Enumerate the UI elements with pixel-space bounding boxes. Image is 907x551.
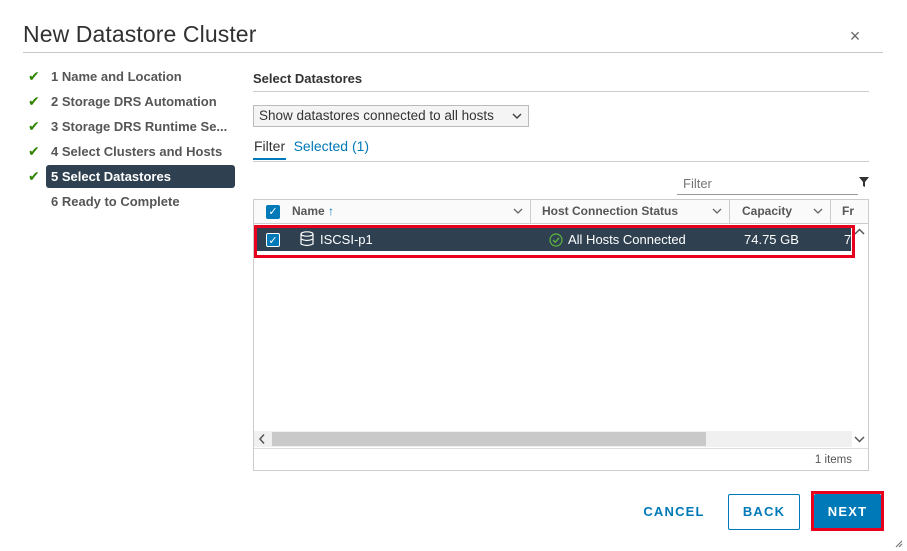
- checkmark-icon: ✔: [28, 93, 40, 109]
- item-count: 1 items: [814, 454, 852, 466]
- dialog-title: New Datastore Cluster: [23, 21, 257, 47]
- dropdown-value: Show datastores connected to all hosts: [259, 108, 494, 123]
- chevron-down-icon: [512, 106, 522, 133]
- column-free[interactable]: Fr: [834, 200, 868, 224]
- wizard-steps: ✔ 1 Name and Location ✔ 2 Storage DRS Au…: [28, 64, 238, 214]
- step-storage-drs-automation[interactable]: ✔ 2 Storage DRS Automation: [28, 89, 238, 114]
- step-ready-to-complete[interactable]: 6 Ready to Complete: [28, 189, 238, 214]
- step-label: 6 Ready to Complete: [51, 194, 180, 209]
- chevron-down-icon: [513, 200, 523, 224]
- resize-handle-icon[interactable]: [893, 538, 903, 548]
- datastore-filter-dropdown[interactable]: Show datastores connected to all hosts: [253, 105, 529, 127]
- column-capacity-label: Capacity: [742, 204, 793, 218]
- close-icon[interactable]: ×: [846, 27, 864, 45]
- column-separator[interactable]: [530, 200, 531, 224]
- step-label: 2 Storage DRS Automation: [51, 94, 217, 109]
- next-highlight-box: [811, 491, 884, 531]
- sort-ascending-icon: ↑: [328, 204, 335, 218]
- back-button[interactable]: BACK: [728, 494, 800, 530]
- step-select-clusters-hosts[interactable]: ✔ 4 Select Clusters and Hosts: [28, 139, 238, 164]
- column-host-status[interactable]: Host Connection Status: [534, 200, 729, 224]
- column-separator[interactable]: [830, 200, 831, 224]
- scrollbar-thumb[interactable]: [272, 432, 706, 446]
- checkmark-icon: ✔: [28, 68, 40, 84]
- step-select-datastores[interactable]: ✔ 5 Select Datastores: [28, 164, 238, 189]
- filter-icon[interactable]: [858, 176, 870, 188]
- column-free-label: Fr: [842, 204, 854, 218]
- step-label: 3 Storage DRS Runtime Se...: [51, 119, 228, 134]
- tab-selected[interactable]: Selected (1): [293, 136, 370, 160]
- title-divider: [23, 52, 883, 53]
- column-host-status-label: Host Connection Status: [542, 204, 679, 218]
- row-highlight-box: [254, 225, 855, 258]
- grid-header: ✓ Name ↑ Host Connection Status Capacity…: [254, 200, 868, 224]
- scroll-up-icon[interactable]: [854, 227, 865, 240]
- step-name-location[interactable]: ✔ 1 Name and Location: [28, 64, 238, 89]
- column-name[interactable]: Name ↑: [284, 200, 530, 224]
- step-label: 1 Name and Location: [51, 69, 182, 84]
- checkmark-icon: ✔: [28, 168, 40, 184]
- chevron-down-icon: [813, 200, 823, 224]
- checkmark-icon: ✔: [28, 118, 40, 134]
- scroll-down-icon[interactable]: [854, 434, 865, 447]
- select-all-checkbox[interactable]: ✓: [266, 205, 280, 219]
- step-storage-drs-runtime[interactable]: ✔ 3 Storage DRS Runtime Se...: [28, 114, 238, 139]
- grid-footer: 1 items: [254, 448, 868, 470]
- checkmark-icon: ✔: [28, 143, 40, 159]
- tabs-divider: [253, 161, 869, 162]
- section-divider: [253, 91, 869, 92]
- tab-bar: Filter Selected (1): [253, 136, 370, 162]
- filter-input[interactable]: [677, 172, 858, 195]
- cancel-button[interactable]: CANCEL: [632, 494, 716, 530]
- step-label: 5 Select Datastores: [46, 165, 235, 188]
- column-separator[interactable]: [729, 200, 730, 224]
- chevron-down-icon: [712, 200, 722, 224]
- horizontal-scrollbar[interactable]: [254, 431, 852, 447]
- section-title: Select Datastores: [253, 71, 363, 86]
- step-label: 4 Select Clusters and Hosts: [51, 144, 223, 159]
- column-name-label: Name: [292, 204, 325, 218]
- tab-filter[interactable]: Filter: [253, 136, 287, 160]
- column-capacity[interactable]: Capacity: [734, 200, 830, 224]
